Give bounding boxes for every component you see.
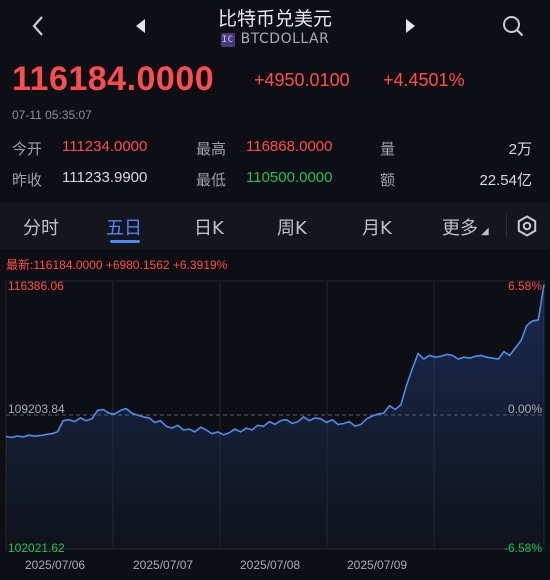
stat-label-high: 最高 bbox=[196, 140, 227, 158]
stat-label-open: 今开 bbox=[12, 140, 43, 158]
page-title: 比特币兑美元 bbox=[217, 8, 332, 30]
y-label-mid: 109203.84 bbox=[8, 402, 65, 416]
symbol-badge-icon: IC bbox=[220, 33, 235, 47]
stat-label-volume: 量 bbox=[380, 140, 396, 158]
stat-label-prev-close: 昨收 bbox=[12, 171, 43, 189]
price-area-fill bbox=[6, 284, 544, 549]
chart-settings-button[interactable] bbox=[513, 212, 541, 240]
y-pct-bottom: -6.58% bbox=[503, 541, 542, 555]
x-label-day-3: 2025/07/08 bbox=[240, 558, 301, 572]
symbol-code: BTCDOLLAR bbox=[240, 31, 330, 47]
y-label-bottom: 102021.62 bbox=[8, 541, 65, 555]
x-label-day-1: 2025/07/06 bbox=[25, 558, 86, 572]
tab-five-day[interactable]: 五日 bbox=[106, 214, 142, 240]
quote-time: 07-11 05:35:07 bbox=[12, 108, 92, 122]
symbol-line: IC BTCDOLLAR bbox=[0, 31, 550, 47]
settings-icon bbox=[517, 215, 537, 237]
stat-label-low: 最低 bbox=[196, 171, 227, 189]
tab-weekly-k[interactable]: 周K bbox=[277, 214, 307, 240]
price-area-chart bbox=[5, 280, 545, 550]
more-caret-icon: ◢ bbox=[481, 226, 489, 237]
search-icon bbox=[503, 16, 524, 37]
x-label-day-2: 2025/07/07 bbox=[133, 558, 194, 572]
stat-value-volume: 2万 bbox=[508, 141, 532, 158]
stat-value-low: 110500.0000 bbox=[246, 169, 333, 186]
triangle-right-icon bbox=[406, 19, 415, 33]
y-label-top: 116386.06 bbox=[8, 279, 64, 293]
chart-latest-label: 最新:116184.0000 +6980.1562 +6.3919% bbox=[6, 258, 228, 272]
tab-more[interactable]: 更多 ◢ bbox=[442, 214, 489, 240]
active-tab-indicator bbox=[110, 240, 140, 243]
y-pct-top: 6.58% bbox=[507, 279, 542, 293]
stat-value-high: 116868.0000 bbox=[246, 138, 333, 155]
x-label-day-4: 2025/07/09 bbox=[347, 558, 408, 572]
search-button[interactable] bbox=[499, 12, 527, 40]
stat-label-turnover: 额 bbox=[380, 171, 396, 189]
stat-value-prev-close: 111233.9900 bbox=[62, 169, 148, 186]
tab-intraday[interactable]: 分时 bbox=[23, 214, 59, 240]
tab-monthly-k[interactable]: 月K bbox=[362, 214, 392, 240]
tab-daily-k[interactable]: 日K bbox=[194, 214, 224, 240]
last-price: 116184.0000 bbox=[12, 60, 215, 98]
tab-divider bbox=[506, 214, 507, 238]
stat-value-turnover: 22.54亿 bbox=[479, 172, 532, 189]
y-pct-mid: 0.00% bbox=[507, 402, 542, 416]
price-change-percent: +4.4501% bbox=[383, 70, 465, 90]
next-symbol-button[interactable] bbox=[396, 12, 424, 40]
stat-value-open: 111234.0000 bbox=[62, 138, 148, 155]
tab-more-label: 更多 bbox=[442, 218, 478, 239]
price-change: +4950.0100 bbox=[254, 70, 350, 90]
